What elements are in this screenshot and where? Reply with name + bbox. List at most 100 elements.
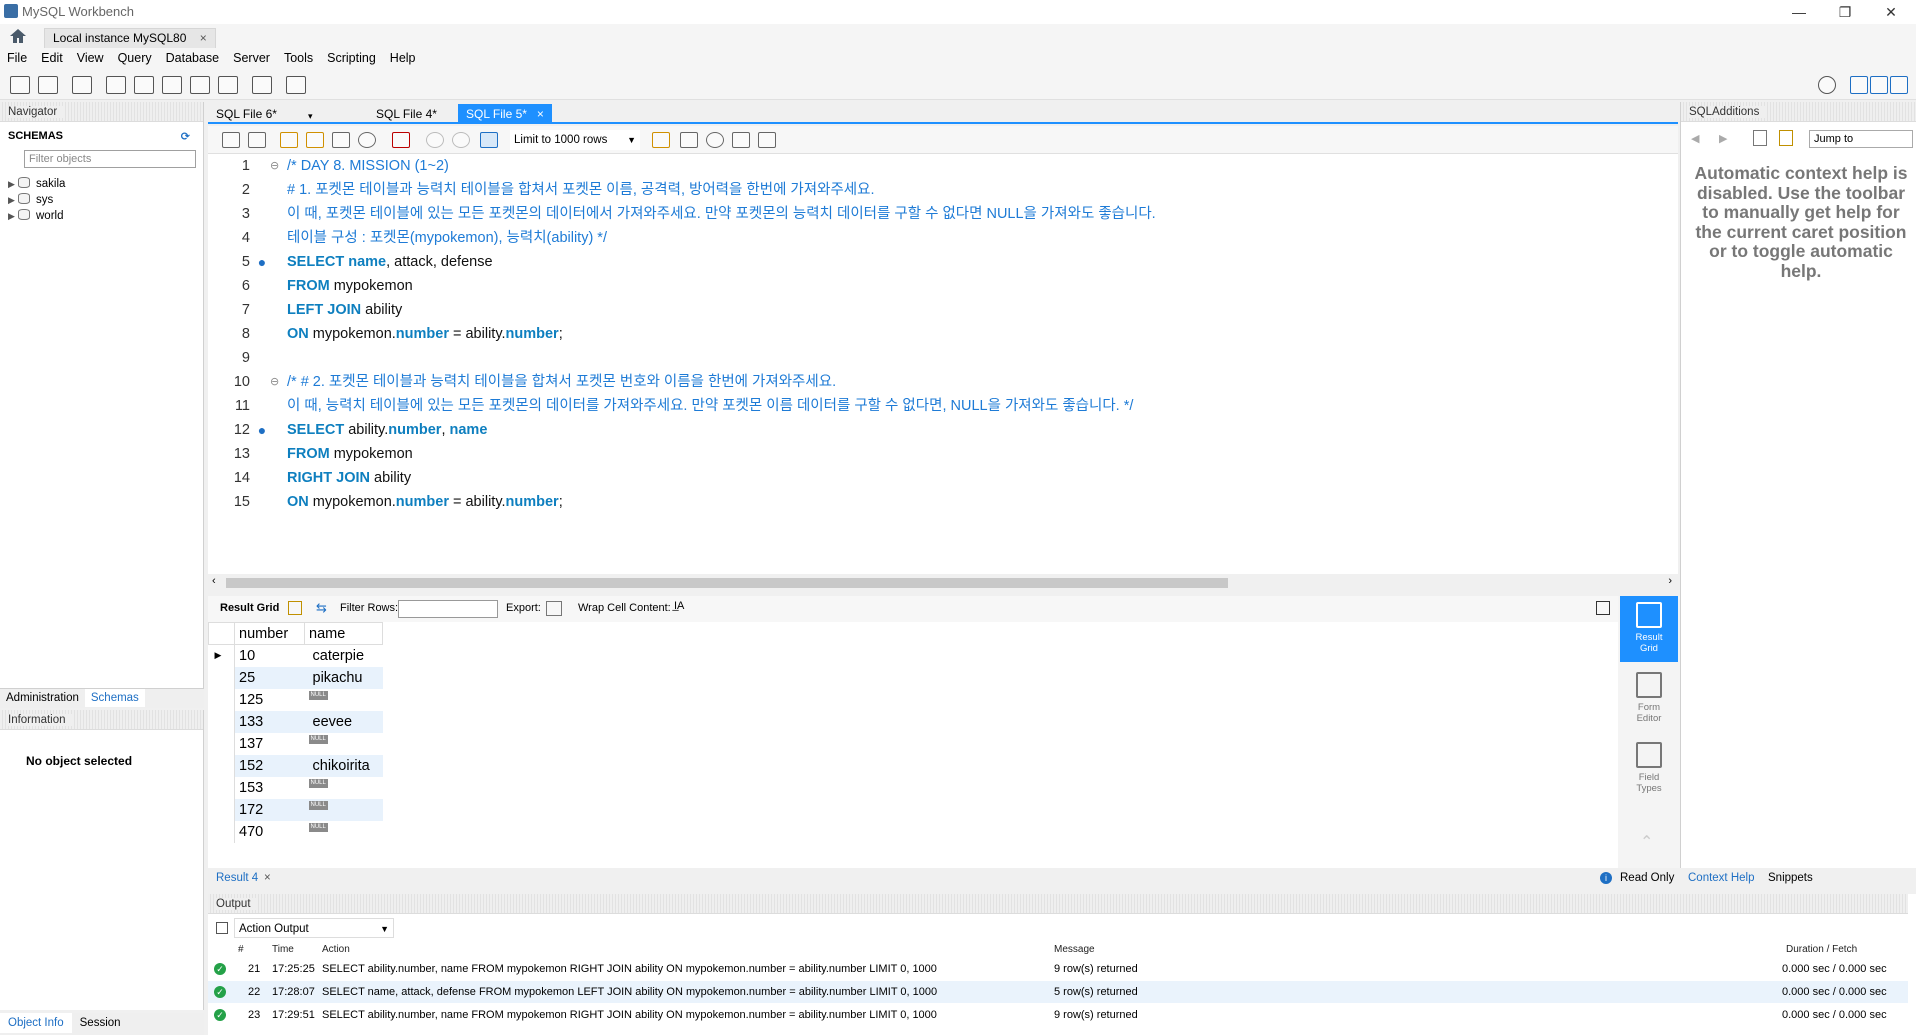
code-line[interactable]: 15 ON mypokemon.number = ability.number; [208, 490, 1678, 514]
fold-toggle-icon[interactable]: ⊖ [270, 370, 279, 394]
close-result-tab-icon[interactable]: × [264, 872, 271, 884]
execute-icon[interactable] [280, 132, 298, 148]
code-line[interactable]: 12 ● SELECT ability.number, name [208, 418, 1678, 442]
beautify-icon[interactable] [680, 132, 698, 148]
find-icon[interactable] [706, 132, 724, 148]
code-line[interactable]: 8 ON mypokemon.number = ability.number; [208, 322, 1678, 346]
limit-rows-select[interactable]: Limit to 1000 rows ▼ [510, 130, 640, 150]
cell-name[interactable]: NULL [305, 777, 383, 799]
view-button-2[interactable]: Field Types [1620, 736, 1678, 802]
cell-name[interactable]: pikachu [304, 666, 383, 689]
maximize-button[interactable]: ❐ [1822, 0, 1868, 24]
editor-horizontal-scrollbar[interactable]: ‹ › [208, 574, 1678, 592]
table-row[interactable]: 470 NULL [208, 820, 383, 843]
forward-arrow-icon[interactable]: ▶ [1719, 132, 1727, 145]
cell-name[interactable]: NULL [305, 733, 383, 755]
close-tab-icon[interactable]: × [200, 31, 207, 45]
fold-toggle-icon[interactable]: ⊖ [270, 154, 279, 178]
code-line[interactable]: 10 ⊖ /* # 2. 포켓몬 테이블과 능력치 테이블을 합쳐서 포켓몬 번호와… [208, 370, 1678, 394]
result-grid[interactable]: number name ▶ 10 caterpie 25 pikachu 125 NULL 1… [208, 622, 1618, 868]
sql-editor[interactable]: 1 ⊖ /* DAY 8. MISSION (1~2) 2 # 1. 포켓몬 테이블과 … [208, 154, 1678, 574]
row-header[interactable] [208, 732, 235, 755]
new-sql-tab-icon[interactable] [10, 76, 30, 94]
cell-name[interactable]: caterpie [305, 645, 383, 667]
menu-query[interactable]: Query [111, 48, 159, 68]
output-row[interactable]: ✓ 22 17:28:07 SELECT name, attack, defense … [208, 981, 1908, 1003]
cell-number[interactable]: 133 [234, 710, 305, 733]
cell-name[interactable]: NULL [305, 821, 383, 843]
code-line[interactable]: 11 이 때, 능력치 테이블에 있는 모든 포켓몬의 데이터를 가져와주세요. … [208, 394, 1678, 418]
menu-scripting[interactable]: Scripting [320, 48, 383, 68]
grid-view-icon[interactable] [288, 601, 302, 615]
cell-number[interactable]: 137 [235, 733, 305, 755]
toggle-output-icon[interactable] [1870, 76, 1888, 94]
menu-view[interactable]: View [70, 48, 111, 68]
open-file-icon[interactable] [222, 132, 240, 148]
tab-sql-file-4[interactable]: SQL File 4* [368, 104, 445, 124]
save-icon[interactable] [248, 132, 266, 148]
column-header-name[interactable]: name [304, 622, 383, 645]
tab-schemas[interactable]: Schemas [84, 689, 145, 707]
table-row[interactable]: 153 NULL [208, 776, 383, 799]
tab-context-help[interactable]: Context Help [1688, 872, 1754, 884]
execute-current-icon[interactable] [306, 132, 324, 148]
schema-item-sys[interactable]: ▶ sys [8, 192, 53, 208]
cell-number[interactable]: 25 [234, 666, 305, 689]
cell-number[interactable]: 10 [235, 645, 305, 667]
tab-result-4[interactable]: Result 4 [216, 872, 258, 884]
jump-to-select[interactable]: Jump to [1809, 130, 1913, 148]
manual-help-icon[interactable] [1753, 130, 1767, 146]
code-line[interactable]: 7 LEFT JOIN ability [208, 298, 1678, 322]
menu-server[interactable]: Server [226, 48, 277, 68]
cell-number[interactable]: 172 [234, 798, 305, 821]
add-snippet-icon[interactable] [652, 132, 670, 148]
output-row[interactable]: ✓ 21 17:25:25 SELECT ability.number, name F… [208, 958, 1908, 980]
row-header[interactable] [208, 688, 235, 711]
export-icon[interactable] [546, 601, 562, 616]
table-row[interactable]: ▶ 10 caterpie [208, 644, 383, 667]
cell-name[interactable]: NULL [305, 689, 383, 711]
code-line[interactable]: 3 이 때, 포켓몬 테이블에 있는 모든 포켓몬의 데이터에서 가져와주세요. … [208, 202, 1678, 226]
row-header[interactable] [208, 820, 235, 843]
row-header[interactable] [208, 776, 235, 799]
menu-file[interactable]: File [0, 48, 34, 68]
schema-item-sakila[interactable]: ▶ sakila [8, 176, 65, 192]
cell-number[interactable]: 125 [235, 689, 305, 711]
create-procedure-icon[interactable] [190, 76, 210, 94]
menu-tools[interactable]: Tools [277, 48, 320, 68]
table-row[interactable]: 172 NULL [208, 798, 383, 821]
expand-arrow-icon[interactable]: ▶ [8, 192, 18, 208]
wrap-lines-icon[interactable] [758, 132, 776, 148]
row-header[interactable] [208, 666, 235, 689]
connection-tab[interactable]: Local instance MySQL80 × [44, 28, 216, 48]
table-row[interactable]: 152 chikoirita [208, 754, 383, 777]
close-tab-icon[interactable]: × [537, 107, 544, 121]
row-header[interactable] [208, 798, 235, 821]
cell-name[interactable]: chikoirita [304, 754, 383, 777]
row-header[interactable] [208, 754, 235, 777]
table-row[interactable]: 137 NULL [208, 732, 383, 755]
tab-sql-file-5[interactable]: SQL File 5* × [458, 104, 552, 124]
table-row[interactable]: 25 pikachu [208, 666, 383, 689]
cell-name[interactable]: eevee [304, 710, 383, 733]
auto-help-icon[interactable] [1779, 130, 1793, 146]
rollback-icon[interactable] [452, 132, 470, 148]
scroll-left-icon[interactable]: ‹ [212, 575, 216, 587]
table-row[interactable]: 133 eevee [208, 710, 383, 733]
code-line[interactable]: 6 FROM mypokemon [208, 274, 1678, 298]
row-header[interactable]: ▶ [208, 644, 235, 667]
expand-arrow-icon[interactable]: ▶ [8, 208, 18, 224]
invisible-chars-icon[interactable] [732, 132, 750, 148]
wrap-cell-icon[interactable]: I̲A [674, 600, 684, 612]
toggle-secondary-sidebar-icon[interactable] [1890, 76, 1908, 94]
code-line[interactable]: 1 ⊖ /* DAY 8. MISSION (1~2) [208, 154, 1678, 178]
create-schema-icon[interactable] [106, 76, 126, 94]
expand-arrow-icon[interactable]: ▶ [8, 176, 18, 192]
row-header[interactable] [208, 710, 235, 733]
cell-number[interactable]: 153 [235, 777, 305, 799]
code-line[interactable]: 9 [208, 346, 1678, 370]
create-view-icon[interactable] [162, 76, 182, 94]
view-button-0[interactable]: Result Grid [1620, 596, 1678, 662]
code-line[interactable]: 5 ● SELECT name, attack, defense [208, 250, 1678, 274]
refresh-icon[interactable]: ⇆ [316, 600, 327, 616]
